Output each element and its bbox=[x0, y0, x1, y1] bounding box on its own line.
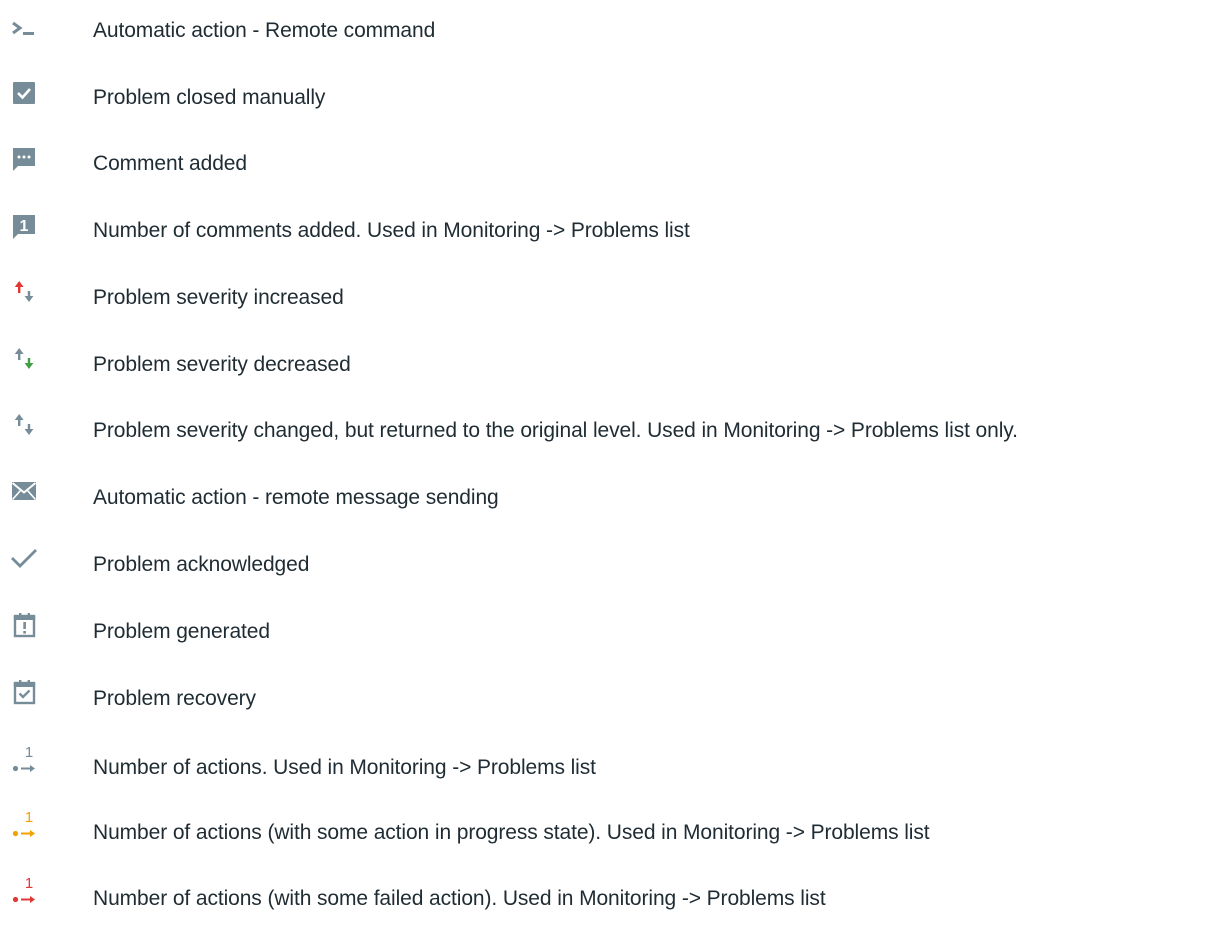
legend-label: Comment added bbox=[93, 152, 247, 175]
legend-label: Problem severity decreased bbox=[93, 353, 351, 376]
severity-changed-icon bbox=[8, 414, 40, 447]
legend-label: Problem severity changed, but returned t… bbox=[93, 419, 1018, 442]
legend-label: Automatic action - Remote command bbox=[93, 19, 436, 42]
legend-row-problem-recovery: Problem recovery bbox=[0, 680, 1217, 726]
legend-label: Problem closed manually bbox=[93, 86, 326, 109]
legend-row-comment: Comment added bbox=[0, 148, 1217, 191]
calendar-exclamation-icon bbox=[8, 613, 40, 648]
legend-label: Problem recovery bbox=[93, 687, 256, 710]
comment-icon bbox=[8, 148, 40, 180]
actions-failed-value: 1 bbox=[25, 875, 33, 892]
calendar-check-icon bbox=[8, 680, 40, 715]
actions-in-progress-icon: 1 bbox=[8, 809, 40, 849]
checkbox-checked-icon bbox=[8, 82, 40, 114]
legend-label: Number of actions (with some action in p… bbox=[93, 821, 930, 844]
legend-row-remote-command: Automatic action - Remote command bbox=[0, 18, 1217, 58]
legend-row-problem-generated: Problem generated bbox=[0, 613, 1217, 659]
legend-row-actions-count: 1 Number of actions. Used in Monitoring … bbox=[0, 744, 1217, 795]
legend-label: Automatic action - remote message sendin… bbox=[93, 486, 499, 509]
legend-label: Number of actions. Used in Monitoring ->… bbox=[93, 756, 596, 779]
legend-row-acknowledged: Problem acknowledged bbox=[0, 549, 1217, 592]
severity-decreased-icon bbox=[8, 348, 40, 381]
legend-label: Problem generated bbox=[93, 620, 270, 643]
legend-row-actions-in-progress: 1 Number of actions (with some action in… bbox=[0, 809, 1217, 860]
actions-count-value: 1 bbox=[25, 744, 33, 761]
remote-command-icon bbox=[8, 15, 40, 47]
legend-label: Problem acknowledged bbox=[93, 553, 310, 576]
legend-row-message-sending: Automatic action - remote message sendin… bbox=[0, 482, 1217, 525]
legend-label: Number of actions (with some failed acti… bbox=[93, 887, 826, 910]
legend-row-comment-count: 1 Number of comments added. Used in Moni… bbox=[0, 215, 1217, 258]
legend-row-actions-failed: 1 Number of actions (with some failed ac… bbox=[0, 875, 1217, 926]
legend-label: Number of comments added. Used in Monito… bbox=[93, 219, 690, 242]
envelope-icon bbox=[8, 482, 40, 514]
legend-row-severity-increased: Problem severity increased bbox=[0, 281, 1217, 325]
legend-row-severity-changed: Problem severity changed, but returned t… bbox=[0, 414, 1217, 458]
legend-label: Problem severity increased bbox=[93, 286, 344, 309]
legend-row-closed-manually: Problem closed manually bbox=[0, 82, 1217, 125]
comment-count-icon: 1 bbox=[8, 215, 40, 247]
actions-in-progress-value: 1 bbox=[25, 809, 33, 826]
checkmark-icon bbox=[8, 549, 40, 581]
actions-count-icon: 1 bbox=[8, 744, 40, 784]
comment-count-value: 1 bbox=[20, 218, 29, 235]
actions-failed-icon: 1 bbox=[8, 875, 40, 915]
severity-increased-icon bbox=[8, 281, 40, 314]
legend-row-severity-decreased: Problem severity decreased bbox=[0, 348, 1217, 392]
